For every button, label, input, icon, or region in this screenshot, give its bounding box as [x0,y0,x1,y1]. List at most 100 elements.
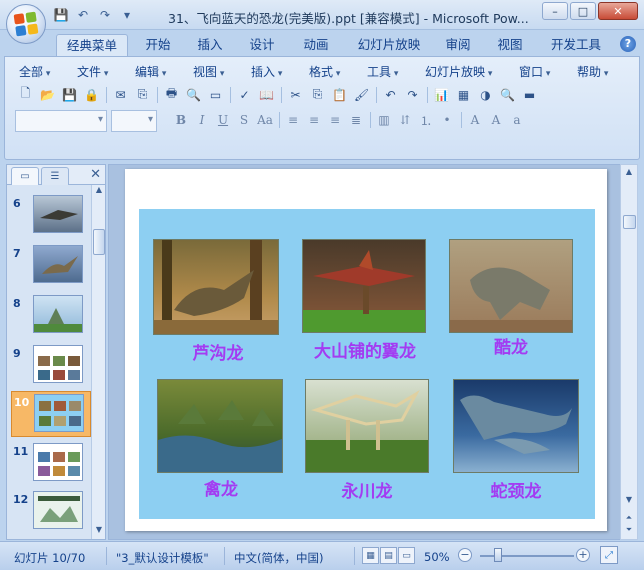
decrease-font-icon[interactable]: a [507,110,527,130]
scroll-down-icon[interactable]: ▼ [623,495,635,509]
slide-scrollbar[interactable]: ▲ ▼ ⏶ ⏷ [620,164,638,540]
columns-icon[interactable]: ▥ [374,110,394,130]
zoom-out-icon[interactable]: − [458,548,472,562]
dinosaur-photo[interactable] [302,239,426,333]
tab-view[interactable]: 视图 [488,34,532,56]
permission-icon[interactable]: 🔒 [81,84,102,105]
change-case-icon[interactable]: Aa [255,110,275,130]
copy-icon[interactable]: ⎘ [307,84,328,105]
italic-icon[interactable]: I [192,110,212,130]
slide-thumbnail-selected[interactable]: 10 [11,391,91,437]
slide-thumbnail[interactable]: 6 [11,193,91,239]
open-icon[interactable]: 📂 [37,84,58,105]
slide-thumbnail[interactable]: 12 [11,489,91,535]
align-left-icon[interactable]: ≡ [283,110,303,130]
increase-font-icon[interactable]: A [486,110,506,130]
slideshow-view-icon[interactable]: ▭ [398,547,415,564]
tab-home[interactable]: 开始 [136,34,180,56]
minimize-button[interactable]: – [542,2,568,20]
menu-format[interactable]: 格式 [309,63,340,80]
numbering-icon[interactable]: ⒈ [416,110,436,130]
maximize-button[interactable]: □ [570,2,596,20]
menu-insert[interactable]: 插入 [251,63,282,80]
justify-icon[interactable]: ≣ [346,110,366,130]
new-icon[interactable]: 🗋 [15,84,36,105]
dinosaur-photo[interactable] [153,239,279,335]
dinosaur-photo[interactable] [305,379,429,473]
slide-thumbnail[interactable]: 11 [11,441,91,487]
language-status[interactable]: 中文(简体，中国) [234,550,323,566]
text-direction-icon[interactable]: ⇵ [395,110,415,130]
scroll-thumb[interactable] [623,215,636,229]
paste-icon[interactable]: 📋 [329,84,350,105]
font-name-combo[interactable] [15,110,107,132]
dinosaur-photo[interactable] [449,239,573,333]
slide-sorter-view-icon[interactable]: ▤ [380,547,397,564]
menu-view[interactable]: 视图 [193,63,224,80]
align-right-icon[interactable]: ≡ [325,110,345,130]
slide-canvas[interactable]: 芦沟龙 大山铺的翼龙 酷龙 禽龙 永川龙 蛇颈龙 [125,169,607,531]
next-slide-icon[interactable]: ⏷ [623,525,635,539]
zoom-level[interactable]: 50% [424,550,450,564]
office-button[interactable] [6,4,46,44]
tab-insert[interactable]: 插入 [188,34,232,56]
format-painter-icon[interactable]: 🖌 [351,84,372,105]
email-icon[interactable]: ✉ [110,84,131,105]
tab-review[interactable]: 审阅 [436,34,480,56]
font-color-icon[interactable]: A [465,110,485,130]
redo-icon[interactable]: ↷ [402,84,423,105]
align-center-icon[interactable]: ≡ [304,110,324,130]
tab-classic-menu[interactable]: 经典菜单 [56,34,128,56]
dinosaur-photo[interactable] [453,379,579,473]
menu-slideshow[interactable]: 幻灯片放映 [425,63,492,80]
shadow-icon[interactable]: S [234,110,254,130]
redo-icon[interactable]: ↷ [96,6,114,24]
menu-tools[interactable]: 工具 [367,63,398,80]
menu-edit[interactable]: 编辑 [135,63,166,80]
scroll-thumb[interactable] [93,229,105,255]
color-icon[interactable]: ▬ [519,84,540,105]
page-icon[interactable]: ▭ [205,84,226,105]
slide-thumbnail[interactable]: 7 [11,243,91,289]
dinosaur-photo[interactable] [157,379,283,473]
menu-file[interactable]: 文件 [77,63,108,80]
normal-view-icon[interactable]: ▦ [362,547,379,564]
spelling-icon[interactable]: ✓ [234,84,255,105]
scroll-up-icon[interactable]: ▲ [93,185,105,199]
print-preview-icon[interactable]: 🔍 [183,84,204,105]
tab-animation[interactable]: 动画 [294,34,338,56]
attach-icon[interactable]: ⎘ [132,84,153,105]
close-panel-icon[interactable]: ✕ [90,167,101,182]
save-icon[interactable]: 💾 [52,6,70,24]
zoom-in-icon[interactable]: + [576,548,590,562]
outline-tab-icon[interactable]: ☰ [41,167,69,185]
scroll-up-icon[interactable]: ▲ [623,167,635,181]
menu-help[interactable]: 帮助 [577,63,608,80]
menu-all[interactable]: 全部 [19,63,50,80]
table-icon[interactable]: ▦ [453,84,474,105]
bullets-icon[interactable]: • [437,110,457,130]
save-icon[interactable]: 💾 [59,84,80,105]
tab-design[interactable]: 设计 [240,34,284,56]
slides-panel-scrollbar[interactable]: ▲ ▼ [91,185,105,539]
zoom-icon[interactable]: 🔍 [497,84,518,105]
scroll-down-icon[interactable]: ▼ [93,525,105,539]
help-icon[interactable]: ? [620,36,636,52]
customize-qat-icon[interactable]: ▾ [118,6,136,24]
grayscale-icon[interactable]: ◑ [475,84,496,105]
font-size-combo[interactable] [111,110,157,132]
zoom-slider-handle[interactable] [494,548,502,562]
chart-icon[interactable]: 📊 [431,84,452,105]
close-button[interactable]: ✕ [598,2,638,20]
fit-to-window-icon[interactable]: ⤢ [600,546,618,564]
template-status[interactable]: "3_默认设计模板" [116,550,209,566]
bold-icon[interactable]: B [171,110,191,130]
slide-thumbnail[interactable]: 9 [11,343,91,389]
undo-icon[interactable]: ↶ [380,84,401,105]
tab-developer[interactable]: 开发工具 [544,34,608,56]
undo-icon[interactable]: ↶ [74,6,92,24]
tab-slideshow[interactable]: 幻灯片放映 [352,34,426,56]
underline-icon[interactable]: U [213,110,233,130]
print-icon[interactable]: 🖶 [161,84,182,105]
cut-icon[interactable]: ✂ [285,84,306,105]
